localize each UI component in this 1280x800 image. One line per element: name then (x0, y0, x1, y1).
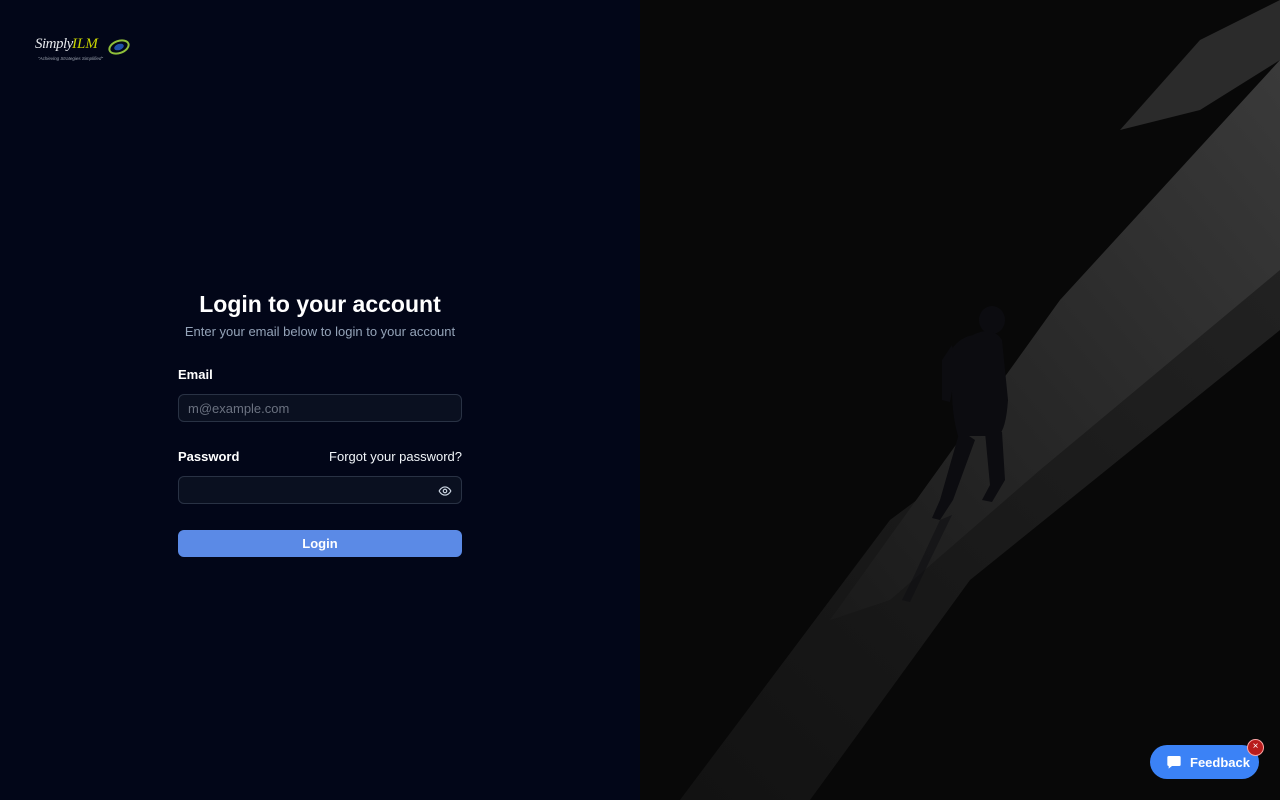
chat-icon (1167, 756, 1181, 769)
page-title: Login to your account (199, 291, 441, 317)
logo-tagline: "Achieving Strategies Simplified" (38, 56, 103, 61)
email-field[interactable] (179, 395, 461, 421)
hero-image (640, 0, 1280, 800)
email-label: Email (178, 367, 213, 382)
password-field[interactable] (179, 477, 461, 503)
feedback-button[interactable]: Feedback (1150, 745, 1259, 779)
email-field-wrapper (178, 394, 462, 422)
logo-swirl-icon (108, 39, 130, 55)
login-button[interactable]: Login (178, 530, 462, 557)
logo-text-ilm: ILM (72, 36, 98, 52)
page-subtitle: Enter your email below to login to your … (184, 324, 456, 339)
forgot-password-link[interactable]: Forgot your password? (329, 449, 462, 465)
login-form: Login to your account Enter your email b… (178, 290, 462, 557)
login-panel: Simply ILM "Achieving Strategies Simplif… (0, 0, 640, 800)
silhouette-photo (640, 0, 1280, 800)
password-label: Password (178, 449, 240, 464)
password-label-row: Password Forgot your password? (178, 449, 462, 465)
feedback-label: Feedback (1190, 754, 1250, 770)
company-logo: Simply ILM "Achieving Strategies Simplif… (35, 36, 135, 66)
close-icon[interactable]: × (1247, 739, 1264, 756)
logo-text-simply: Simply (35, 36, 73, 52)
eye-icon[interactable] (438, 484, 452, 498)
password-field-wrapper (178, 476, 462, 504)
